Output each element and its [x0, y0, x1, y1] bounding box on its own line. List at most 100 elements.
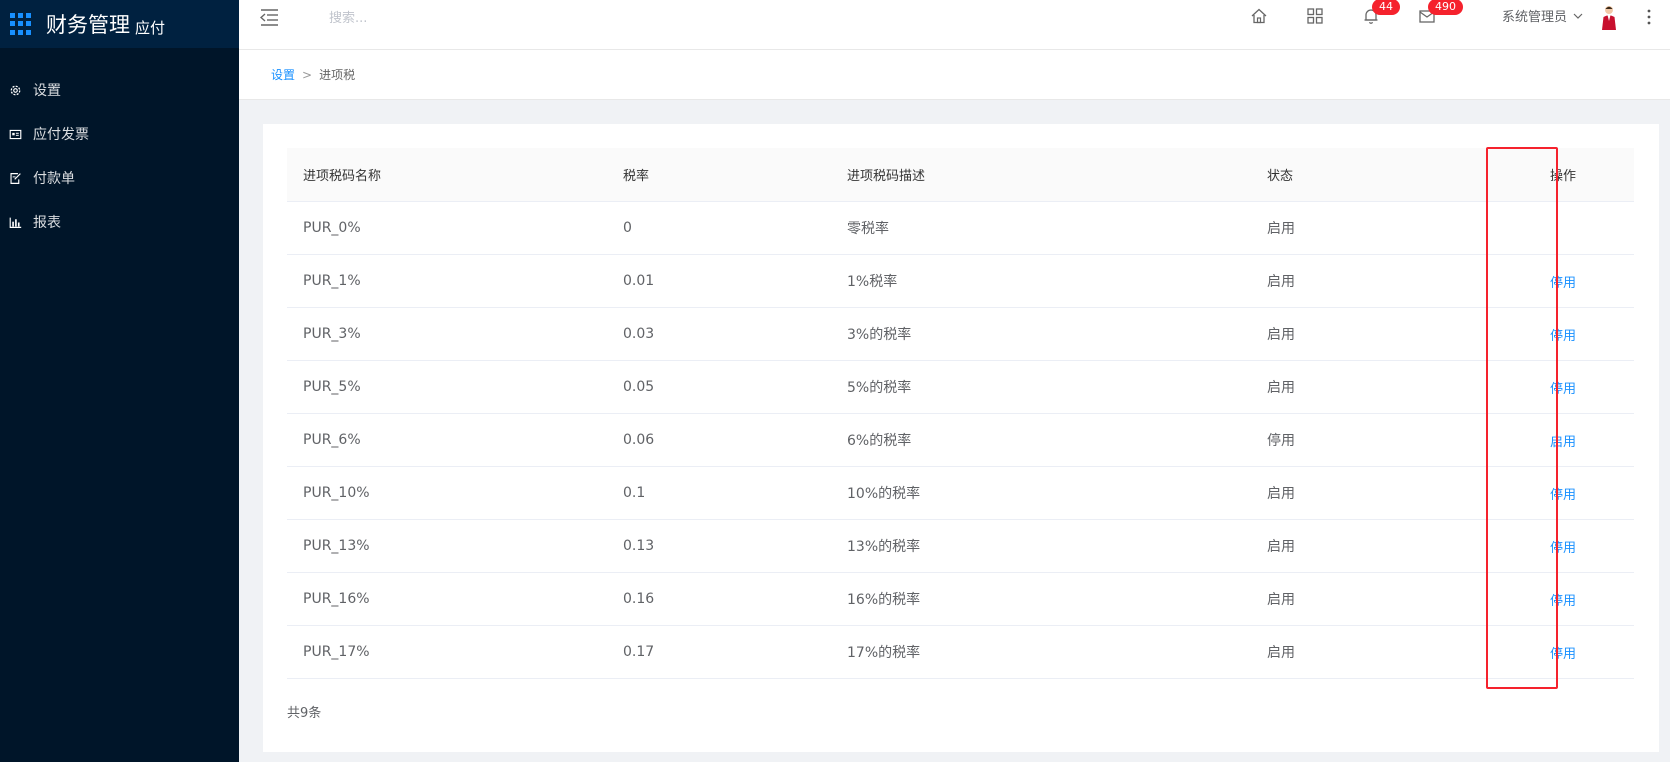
disable-link[interactable]: 停用: [1550, 329, 1576, 344]
table-row: PUR_6% 0.06 6%的税率 停用 启用: [287, 414, 1634, 467]
table-row: PUR_10% 0.1 10%的税率 启用 停用: [287, 467, 1634, 520]
sidebar-menu: 设置 应付发票 付款单 报表: [0, 68, 239, 244]
enable-link[interactable]: 启用: [1550, 435, 1576, 450]
breadcrumb-settings-link[interactable]: 设置: [271, 66, 295, 83]
cell-action: 启用: [1492, 431, 1634, 450]
cell-status: 启用: [1267, 592, 1295, 608]
cell-name: PUR_10%: [303, 485, 370, 501]
cell-name: PUR_0%: [303, 220, 361, 236]
cell-rate: 0.01: [623, 273, 655, 289]
invoice-icon: [8, 127, 22, 141]
column-header-rate: 税率: [623, 169, 650, 184]
disable-link[interactable]: 停用: [1550, 276, 1576, 291]
apps-grid-icon[interactable]: [10, 13, 32, 35]
cell-name: PUR_16%: [303, 591, 370, 607]
cell-action: 停用: [1492, 484, 1634, 503]
table-row: PUR_13% 0.13 13%的税率 启用 停用: [287, 520, 1634, 573]
cell-status: 启用: [1267, 221, 1295, 237]
cell-status: 启用: [1267, 274, 1295, 290]
cell-action: 停用: [1492, 272, 1634, 291]
user-menu[interactable]: 系统管理员: [1502, 6, 1583, 25]
tax-code-table: 进项税码名称 税率 进项税码描述 状态 操作 PUR_0% 0 零税率 启用 P…: [287, 148, 1634, 679]
sidebar-item-payments[interactable]: 付款单: [0, 156, 239, 200]
total-count: 共9条: [287, 706, 322, 721]
cell-rate: 0: [623, 220, 632, 236]
cell-status: 启用: [1267, 539, 1295, 555]
cell-status: 启用: [1267, 645, 1295, 661]
notification-badge: 44: [1372, 0, 1400, 15]
sidebar: 财务管理 应付 设置 应付发票 付款单 报表: [0, 0, 239, 762]
sidebar-item-label: 应付发票: [33, 127, 89, 143]
breadcrumb-separator: >: [302, 67, 313, 82]
cell-description: 17%的税率: [847, 645, 921, 661]
sidebar-item-invoices[interactable]: 应付发票: [0, 112, 239, 156]
cell-action: 停用: [1492, 378, 1634, 397]
sidebar-item-label: 设置: [33, 83, 61, 99]
sidebar-item-label: 付款单: [33, 171, 75, 187]
table-row: PUR_3% 0.03 3%的税率 启用 停用: [287, 308, 1634, 361]
cell-rate: 0.06: [623, 432, 655, 448]
sidebar-item-label: 报表: [33, 215, 61, 231]
user-name: 系统管理员: [1502, 10, 1568, 25]
table-row: PUR_16% 0.16 16%的税率 启用 停用: [287, 573, 1634, 626]
table-row: PUR_5% 0.05 5%的税率 启用 停用: [287, 361, 1634, 414]
breadcrumb: 设置 > 进项税: [239, 50, 1670, 100]
breadcrumb-current: 进项税: [319, 68, 356, 82]
cell-description: 10%的税率: [847, 486, 921, 502]
cell-status: 启用: [1267, 380, 1295, 396]
top-header: 44 490 系统管理员: [239, 0, 1670, 50]
disable-link[interactable]: 停用: [1550, 488, 1576, 503]
content-card: 进项税码名称 税率 进项税码描述 状态 操作 PUR_0% 0 零税率 启用 P…: [263, 124, 1659, 752]
search-input[interactable]: [329, 6, 629, 30]
cell-name: PUR_17%: [303, 644, 370, 660]
avatar[interactable]: [1599, 4, 1619, 30]
cell-rate: 0.05: [623, 379, 655, 395]
table-row: PUR_17% 0.17 17%的税率 启用 停用: [287, 626, 1634, 679]
cell-action: 停用: [1492, 537, 1634, 556]
app-title: 财务管理: [46, 13, 130, 37]
cell-name: PUR_5%: [303, 379, 361, 395]
cell-description: 13%的税率: [847, 539, 921, 555]
message-button[interactable]: 490: [1418, 0, 1463, 25]
disable-link[interactable]: 停用: [1550, 647, 1576, 662]
disable-link[interactable]: 停用: [1550, 541, 1576, 556]
table-header: 进项税码名称 税率 进项税码描述 状态 操作: [287, 148, 1634, 202]
cell-rate: 0.1: [623, 485, 646, 501]
cell-description: 6%的税率: [847, 433, 912, 449]
cell-status: 停用: [1267, 433, 1295, 449]
apps-icon[interactable]: [1306, 7, 1324, 25]
disable-link[interactable]: 停用: [1550, 382, 1576, 397]
table-row: PUR_1% 0.01 1%税率 启用 停用: [287, 255, 1634, 308]
column-header-action: 操作: [1549, 169, 1576, 184]
disable-link[interactable]: 停用: [1550, 594, 1576, 609]
menu-fold-icon[interactable]: [260, 8, 279, 26]
column-header-description: 进项税码描述: [847, 169, 926, 184]
cell-description: 16%的税率: [847, 592, 921, 608]
sidebar-item-settings[interactable]: 设置: [0, 68, 239, 112]
notification-button[interactable]: 44: [1362, 0, 1400, 25]
column-header-name: 进项税码名称: [303, 169, 382, 184]
cell-name: PUR_13%: [303, 538, 370, 554]
sidebar-item-reports[interactable]: 报表: [0, 200, 239, 244]
cell-description: 5%的税率: [847, 380, 912, 396]
app-logo: 财务管理 应付: [0, 0, 239, 48]
more-vertical-icon[interactable]: [1647, 9, 1651, 25]
cell-name: PUR_1%: [303, 273, 361, 289]
message-badge: 490: [1428, 0, 1463, 15]
cell-name: PUR_3%: [303, 326, 361, 342]
cell-rate: 0.13: [623, 538, 655, 554]
chart-icon: [8, 215, 22, 229]
cell-name: PUR_6%: [303, 432, 361, 448]
table-row: PUR_0% 0 零税率 启用: [287, 202, 1634, 255]
cell-status: 启用: [1267, 327, 1295, 343]
home-icon[interactable]: [1250, 7, 1268, 25]
cell-rate: 0.16: [623, 591, 655, 607]
column-header-status: 状态: [1267, 169, 1294, 184]
chevron-down-icon: [1573, 13, 1583, 19]
payment-icon: [8, 171, 22, 185]
cell-rate: 0.03: [623, 326, 655, 342]
cell-status: 启用: [1267, 486, 1295, 502]
cell-description: 零税率: [847, 221, 889, 237]
gear-icon: [8, 83, 22, 97]
cell-action: 停用: [1492, 590, 1634, 609]
